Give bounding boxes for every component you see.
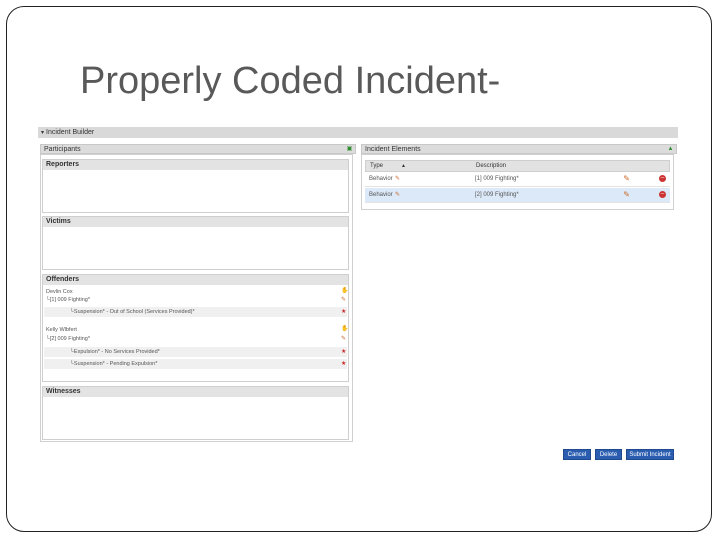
edit-icon[interactable]: ✎	[341, 336, 346, 342]
thumbs-up-icon[interactable]: ✋	[341, 326, 348, 332]
caret-down-icon: ▾	[41, 130, 45, 136]
reporters-section: Reporters	[42, 159, 349, 213]
sort-asc-icon[interactable]: ▲	[401, 163, 406, 169]
action-star-icon[interactable]: ★	[341, 349, 346, 355]
participants-header: Participants ▣	[40, 144, 356, 154]
collapse-icon[interactable]: ▲	[667, 146, 674, 153]
slide-title: Properly Coded Incident-	[80, 60, 501, 102]
reporters-header: Reporters	[43, 160, 348, 170]
edit-icon[interactable]: ✎	[395, 175, 400, 182]
edit-icon[interactable]: ✎	[623, 174, 630, 183]
witnesses-section: Witnesses	[42, 386, 349, 440]
table-row[interactable]: Behavior ✎ [1] 009 Fighting* ✎ –	[365, 172, 670, 187]
offender-name[interactable]: Kelly Wlbfert	[46, 327, 77, 333]
offender-incident[interactable]: └[2] 009 Fighting*	[46, 336, 90, 342]
action-star-icon[interactable]: ★	[341, 309, 346, 315]
elements-grid-header: Type ▲ Description	[365, 160, 670, 172]
offender-incident[interactable]: └[1] 009 Fighting*	[46, 297, 90, 303]
delete-button[interactable]: Delete	[595, 449, 622, 460]
column-type[interactable]: Type	[370, 163, 383, 169]
edit-icon[interactable]: ✎	[341, 297, 346, 303]
row-description: [1] 009 Fighting*	[475, 176, 519, 182]
incident-builder-label: Incident Builder	[46, 129, 95, 136]
thumbs-up-icon[interactable]: ✋	[341, 288, 348, 294]
participants-label: Participants	[44, 146, 81, 153]
victims-section: Victims	[42, 216, 349, 270]
offender-name[interactable]: Devlin Cox	[46, 289, 73, 295]
action-star-icon[interactable]: ★	[341, 361, 346, 367]
row-type: Behavior	[369, 192, 393, 198]
victims-header: Victims	[43, 217, 348, 227]
add-icon[interactable]: ▣	[346, 146, 353, 153]
witnesses-header: Witnesses	[43, 387, 348, 397]
submit-incident-button[interactable]: Submit Incident	[626, 449, 674, 460]
offender-action[interactable]: └Suspension* - Pending Expulsion*	[70, 361, 157, 367]
incident-elements-label: Incident Elements	[365, 146, 421, 153]
offenders-header: Offenders	[43, 275, 348, 285]
incident-builder-bar[interactable]: ▾ Incident Builder	[38, 127, 678, 138]
row-description: [2] 009 Fighting*	[475, 192, 519, 198]
offender-action[interactable]: └Suspension* - Out of School (Services P…	[70, 309, 195, 315]
edit-icon[interactable]: ✎	[623, 190, 630, 199]
column-description[interactable]: Description	[476, 163, 506, 169]
edit-icon[interactable]: ✎	[395, 191, 400, 198]
delete-icon[interactable]: –	[659, 191, 666, 198]
incident-elements-header: Incident Elements ▲	[361, 144, 677, 154]
delete-icon[interactable]: –	[659, 175, 666, 182]
cancel-button[interactable]: Cancel	[563, 449, 591, 460]
row-type: Behavior	[369, 176, 393, 182]
table-row[interactable]: Behavior ✎ [2] 009 Fighting* ✎ –	[365, 188, 670, 203]
offender-action[interactable]: └Expulsion* - No Services Provided*	[70, 349, 160, 355]
